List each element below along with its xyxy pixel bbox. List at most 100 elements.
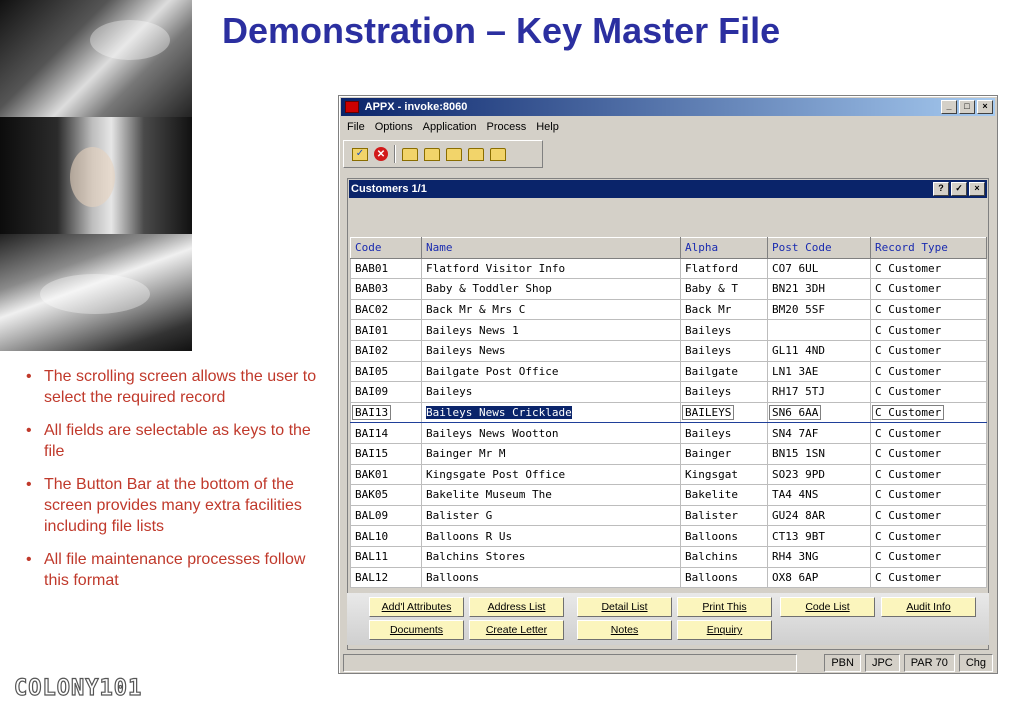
table-cell[interactable]: Balister G xyxy=(421,504,681,527)
table-cell[interactable]: C Customer xyxy=(870,525,987,547)
notes-button[interactable]: Notes xyxy=(577,620,672,640)
window-titlebar[interactable]: APPX - invoke:8060 _ □ × xyxy=(341,98,995,116)
table-row[interactable]: BAI02 Baileys News Baileys GL11 4ND C Custom… xyxy=(350,339,987,362)
table-cell[interactable]: Balloons xyxy=(680,566,768,589)
table-cell[interactable]: C Customer xyxy=(870,360,987,383)
table-cell[interactable]: Baileys News Cricklade xyxy=(421,401,681,424)
table-cell[interactable]: BAI14 xyxy=(350,422,422,444)
table-cell[interactable]: CT13 9BT xyxy=(767,525,871,547)
table-cell[interactable]: C Customer xyxy=(870,504,987,527)
menu-process[interactable]: Process xyxy=(486,118,526,136)
maximize-button[interactable]: □ xyxy=(959,100,975,114)
table-cell[interactable]: RH17 5TJ xyxy=(767,381,871,403)
enquiry-button[interactable]: Enquiry xyxy=(677,620,772,640)
table-cell[interactable]: BAB03 xyxy=(350,278,422,300)
table-cell[interactable]: Kingsgate Post Office xyxy=(421,463,681,486)
folder-check-icon[interactable] xyxy=(490,147,506,161)
table-cell[interactable]: C Customer xyxy=(870,257,987,280)
table-row[interactable]: BAI13 Baileys News Cricklade BAILEYS SN6 6A… xyxy=(350,401,987,424)
table-cell[interactable]: Balchins Stores xyxy=(421,545,681,568)
table-cell[interactable]: Balloons R Us xyxy=(421,525,681,547)
table-cell[interactable]: BAL10 xyxy=(350,525,422,547)
table-cell[interactable]: C Customer xyxy=(870,463,987,486)
print-this-button[interactable]: Print This xyxy=(677,597,772,617)
folder-search-icon[interactable] xyxy=(446,147,462,161)
column-header-alpha[interactable]: Alpha xyxy=(680,237,768,259)
table-cell[interactable]: BAI02 xyxy=(350,339,422,362)
table-cell[interactable]: LN1 3AE xyxy=(767,360,871,383)
table-cell[interactable]: C Customer xyxy=(870,422,987,444)
column-header-name[interactable]: Name xyxy=(421,237,681,259)
table-cell[interactable]: BN15 1SN xyxy=(767,442,871,465)
table-row[interactable]: BAL10 Balloons R Us Balloons CT13 9BT C Cust… xyxy=(350,525,987,547)
table-cell[interactable]: BAB01 xyxy=(350,257,422,280)
folder-delete-icon[interactable] xyxy=(468,147,484,161)
table-row[interactable]: BAL12 Balloons Balloons OX8 6AP C Customer xyxy=(350,566,987,589)
table-cell[interactable]: Baileys xyxy=(680,319,768,341)
table-cell[interactable]: Baileys xyxy=(680,339,768,362)
table-cell[interactable]: Back Mr xyxy=(680,298,768,321)
table-cell[interactable]: GU24 8AR xyxy=(767,504,871,527)
table-cell[interactable]: C Customer xyxy=(870,319,987,341)
table-row[interactable]: BAI05 Bailgate Post Office Bailgate LN1 3AE… xyxy=(350,360,987,383)
addl-attributes-button[interactable]: Add'l Attributes xyxy=(369,597,464,617)
table-cell[interactable]: C Customer xyxy=(870,545,987,568)
table-cell[interactable]: BAI09 xyxy=(350,381,422,403)
table-cell[interactable]: Balchins xyxy=(680,545,768,568)
column-header-post-code[interactable]: Post Code xyxy=(767,237,871,259)
table-cell[interactable]: C Customer xyxy=(870,381,987,403)
table-cell[interactable]: Baileys News 1 xyxy=(421,319,681,341)
table-cell[interactable]: SN4 7AF xyxy=(767,422,871,444)
table-cell[interactable]: C Customer xyxy=(870,401,987,424)
table-cell[interactable]: BN21 3DH xyxy=(767,278,871,300)
table-cell[interactable]: Balloons xyxy=(421,566,681,589)
ok-button[interactable]: ✓ xyxy=(951,182,967,196)
table-cell[interactable]: Baileys xyxy=(680,422,768,444)
create-letter-button[interactable]: Create Letter xyxy=(469,620,564,640)
table-cell[interactable]: C Customer xyxy=(870,566,987,589)
table-cell[interactable]: Bakelite xyxy=(680,484,768,506)
table-cell[interactable]: Bakelite Museum The xyxy=(421,484,681,506)
table-cell[interactable]: Baileys xyxy=(421,381,681,403)
table-cell[interactable]: BAK05 xyxy=(350,484,422,506)
address-list-button[interactable]: Address List xyxy=(469,597,564,617)
menu-file[interactable]: File xyxy=(347,118,365,136)
folder-up-icon[interactable] xyxy=(424,147,440,161)
code-list-button[interactable]: Code List xyxy=(780,597,875,617)
table-cell[interactable]: Balloons xyxy=(680,525,768,547)
table-cell[interactable]: Baileys News xyxy=(421,339,681,362)
table-cell[interactable]: Bainger xyxy=(680,442,768,465)
table-cell[interactable]: BAL09 xyxy=(350,504,422,527)
check-folder-icon[interactable]: ✓ xyxy=(352,147,368,161)
close-button[interactable]: × xyxy=(977,100,993,114)
table-cell[interactable]: Flatford xyxy=(680,257,768,280)
table-cell[interactable]: Back Mr & Mrs C xyxy=(421,298,681,321)
table-cell[interactable]: RH4 3NG xyxy=(767,545,871,568)
table-cell[interactable]: Bailgate Post Office xyxy=(421,360,681,383)
table-cell[interactable]: SO23 9PD xyxy=(767,463,871,486)
table-cell[interactable]: BM20 5SF xyxy=(767,298,871,321)
table-cell[interactable]: C Customer xyxy=(870,298,987,321)
table-cell[interactable] xyxy=(767,319,871,341)
table-row[interactable]: BAC02 Back Mr & Mrs C Back Mr BM20 5SF C Cus… xyxy=(350,298,987,321)
audit-info-button[interactable]: Audit Info xyxy=(881,597,976,617)
table-cell[interactable]: GL11 4ND xyxy=(767,339,871,362)
menu-options[interactable]: Options xyxy=(375,118,413,136)
table-cell[interactable]: BAI15 xyxy=(350,442,422,465)
folder-new-icon[interactable] xyxy=(402,147,418,161)
table-cell[interactable]: C Customer xyxy=(870,484,987,506)
table-row[interactable]: BAL11 Balchins Stores Balchins RH4 3NG C Cus… xyxy=(350,545,987,568)
table-cell[interactable]: C Customer xyxy=(870,278,987,300)
table-row[interactable]: BAK05 Bakelite Museum The Bakelite TA4 4NS C… xyxy=(350,484,987,506)
table-cell[interactable]: C Customer xyxy=(870,339,987,362)
table-row[interactable]: BAI01 Baileys News 1 Baileys C Customer xyxy=(350,319,987,341)
table-row[interactable]: BAB01 Flatford Visitor Info Flatford CO7 6U… xyxy=(350,257,987,280)
table-cell[interactable]: BAI01 xyxy=(350,319,422,341)
table-cell[interactable]: Balister xyxy=(680,504,768,527)
column-header-code[interactable]: Code xyxy=(350,237,422,259)
table-cell[interactable]: Flatford Visitor Info xyxy=(421,257,681,280)
table-cell[interactable]: BAL12 xyxy=(350,566,422,589)
table-cell[interactable]: C Customer xyxy=(870,442,987,465)
table-cell[interactable]: BAI13 xyxy=(350,401,422,424)
table-row[interactable]: BAI14 Baileys News Wootton Baileys SN4 7AF C… xyxy=(350,422,987,444)
